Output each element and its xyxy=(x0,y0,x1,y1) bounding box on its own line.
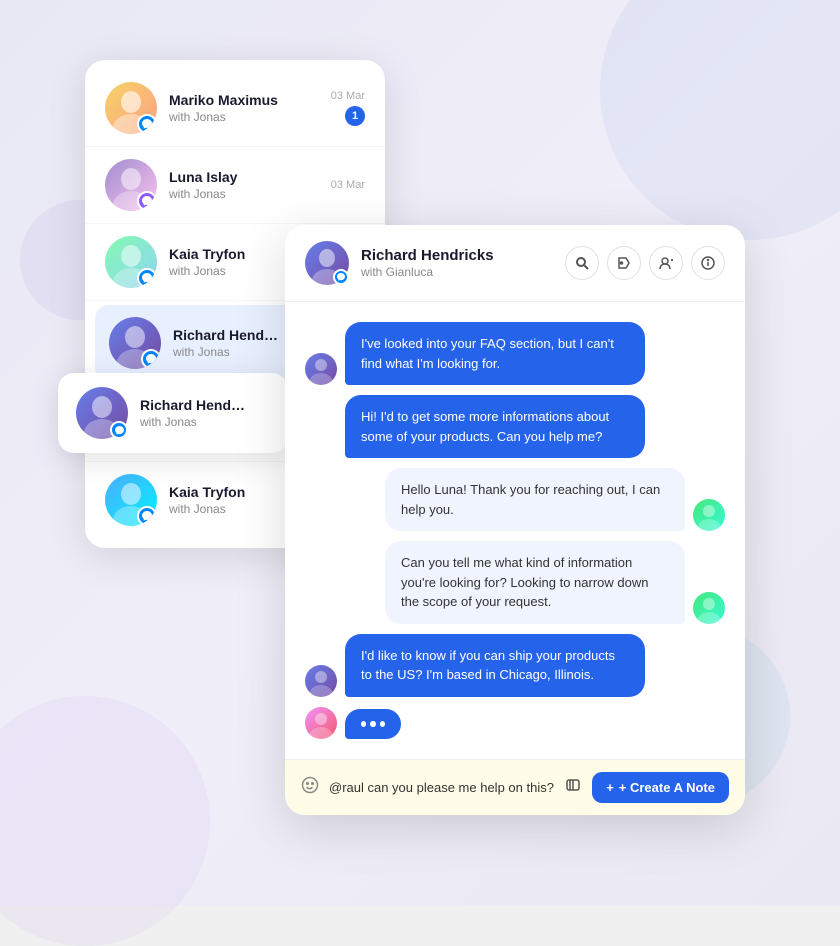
message-row-1: I've looked into your FAQ section, but I… xyxy=(305,322,725,385)
messenger-badge-kaia1 xyxy=(137,268,157,288)
conv-item-luna1[interactable]: Luna Islay with Jonas 03 Mar xyxy=(85,147,385,224)
msg-avatar-5 xyxy=(305,665,337,697)
msg-bubble-2: Hi! I'd to get some more informations ab… xyxy=(345,395,645,458)
conv-item-mariko1[interactable]: Mariko Maximus with Jonas 03 Mar 1 xyxy=(85,70,385,147)
chat-header-info: Richard Hendricks with Gianluca xyxy=(361,247,565,279)
chat-header: Richard Hendricks with Gianluca xyxy=(285,225,745,302)
chat-header-messenger-badge xyxy=(333,269,349,285)
msg-text-5: I'd like to know if you can ship your pr… xyxy=(361,648,615,683)
msg-text-2: Hi! I'd to get some more informations ab… xyxy=(361,409,609,444)
search-button[interactable] xyxy=(565,246,599,280)
msg-text-3: Hello Luna! Thank you for reaching out, … xyxy=(401,482,660,517)
rh-card-name: Richard Hend… xyxy=(140,397,270,413)
chat-header-actions xyxy=(565,246,725,280)
avatar-richard-h xyxy=(109,317,161,369)
create-note-button[interactable]: + + Create A Note xyxy=(592,772,729,803)
conv-date-luna1: 03 Mar xyxy=(331,179,365,191)
avatar-luna1 xyxy=(105,159,157,211)
rh-card-info: Richard Hend… with Jonas xyxy=(140,397,270,429)
chat-input-mention[interactable]: @raul can you please me help on this? xyxy=(329,780,554,795)
msg-avatar-4 xyxy=(693,592,725,624)
msg-avatar-1 xyxy=(305,353,337,385)
add-user-button[interactable] xyxy=(649,246,683,280)
chat-messages: I've looked into your FAQ section, but I… xyxy=(285,302,745,759)
conv-info-luna1: Luna Islay with Jonas xyxy=(169,169,323,201)
message-row-4: Can you tell me what kind of information… xyxy=(305,541,725,624)
msg-text-1: I've looked into your FAQ section, but I… xyxy=(361,336,614,371)
messenger-badge-kaia2 xyxy=(137,506,157,526)
create-note-label: + Create A Note xyxy=(619,780,715,795)
search-icon xyxy=(575,256,589,270)
create-note-plus: + xyxy=(606,780,614,795)
add-user-icon xyxy=(659,256,674,270)
messenger-badge-richard-h xyxy=(141,349,161,369)
avatar-kaia2 xyxy=(105,474,157,526)
rh-card-sub: with Jonas xyxy=(140,415,270,429)
conv-info-mariko1: Mariko Maximus with Jonas xyxy=(169,92,323,124)
msg-bubble-5: I'd like to know if you can ship your pr… xyxy=(345,634,645,697)
rh-avatar xyxy=(76,387,128,439)
chat-header-sub: with Gianluca xyxy=(361,265,565,279)
msg-avatar-3 xyxy=(693,499,725,531)
conv-meta-luna1: 03 Mar xyxy=(331,179,365,191)
conv-name-luna1: Luna Islay xyxy=(169,169,323,185)
chat-input-bar: @raul can you please me help on this? + … xyxy=(285,759,745,815)
typing-dot-1 xyxy=(361,721,366,727)
messenger-badge-mariko1 xyxy=(137,114,157,134)
typing-dot-2 xyxy=(370,721,375,727)
emoji-icon xyxy=(301,776,319,799)
message-row-5: I'd like to know if you can ship your pr… xyxy=(305,634,725,697)
conv-name-mariko1: Mariko Maximus xyxy=(169,92,323,108)
conv-meta-mariko1: 03 Mar 1 xyxy=(331,90,365,126)
message-row-2: Hi! I'd to get some more informations ab… xyxy=(305,395,725,458)
avatar-kaia1 xyxy=(105,236,157,288)
info-button[interactable] xyxy=(691,246,725,280)
conv-sub-luna1: with Jonas xyxy=(169,187,323,201)
msg-bubble-3: Hello Luna! Thank you for reaching out, … xyxy=(385,468,685,531)
conv-date-mariko1: 03 Mar xyxy=(331,90,365,102)
chat-header-avatar xyxy=(305,241,349,285)
chat-header-name: Richard Hendricks xyxy=(361,247,565,264)
msg-avatar-6 xyxy=(305,707,337,739)
avatar-mariko1 xyxy=(105,82,157,134)
typing-dot-3 xyxy=(380,721,385,727)
msg-text-4: Can you tell me what kind of information… xyxy=(401,555,648,609)
message-row-6 xyxy=(305,707,725,739)
message-row-3: Hello Luna! Thank you for reaching out, … xyxy=(305,468,725,531)
messenger-badge-luna1 xyxy=(137,191,157,211)
label-button[interactable] xyxy=(607,246,641,280)
typing-indicator xyxy=(345,709,401,739)
msg-bubble-1: I've looked into your FAQ section, but I… xyxy=(345,322,645,385)
chat-panel: Richard Hendricks with Gianluca xyxy=(285,225,745,815)
msg-bubble-4: Can you tell me what kind of information… xyxy=(385,541,685,624)
label-icon xyxy=(617,256,631,270)
rh-messenger-badge xyxy=(110,421,128,439)
info-icon xyxy=(701,256,715,270)
rh-floating-card[interactable]: Richard Hend… with Jonas xyxy=(58,373,288,453)
attachment-icon[interactable] xyxy=(564,776,582,799)
conv-badge-mariko1: 1 xyxy=(345,106,365,126)
conv-sub-mariko1: with Jonas xyxy=(169,110,323,124)
